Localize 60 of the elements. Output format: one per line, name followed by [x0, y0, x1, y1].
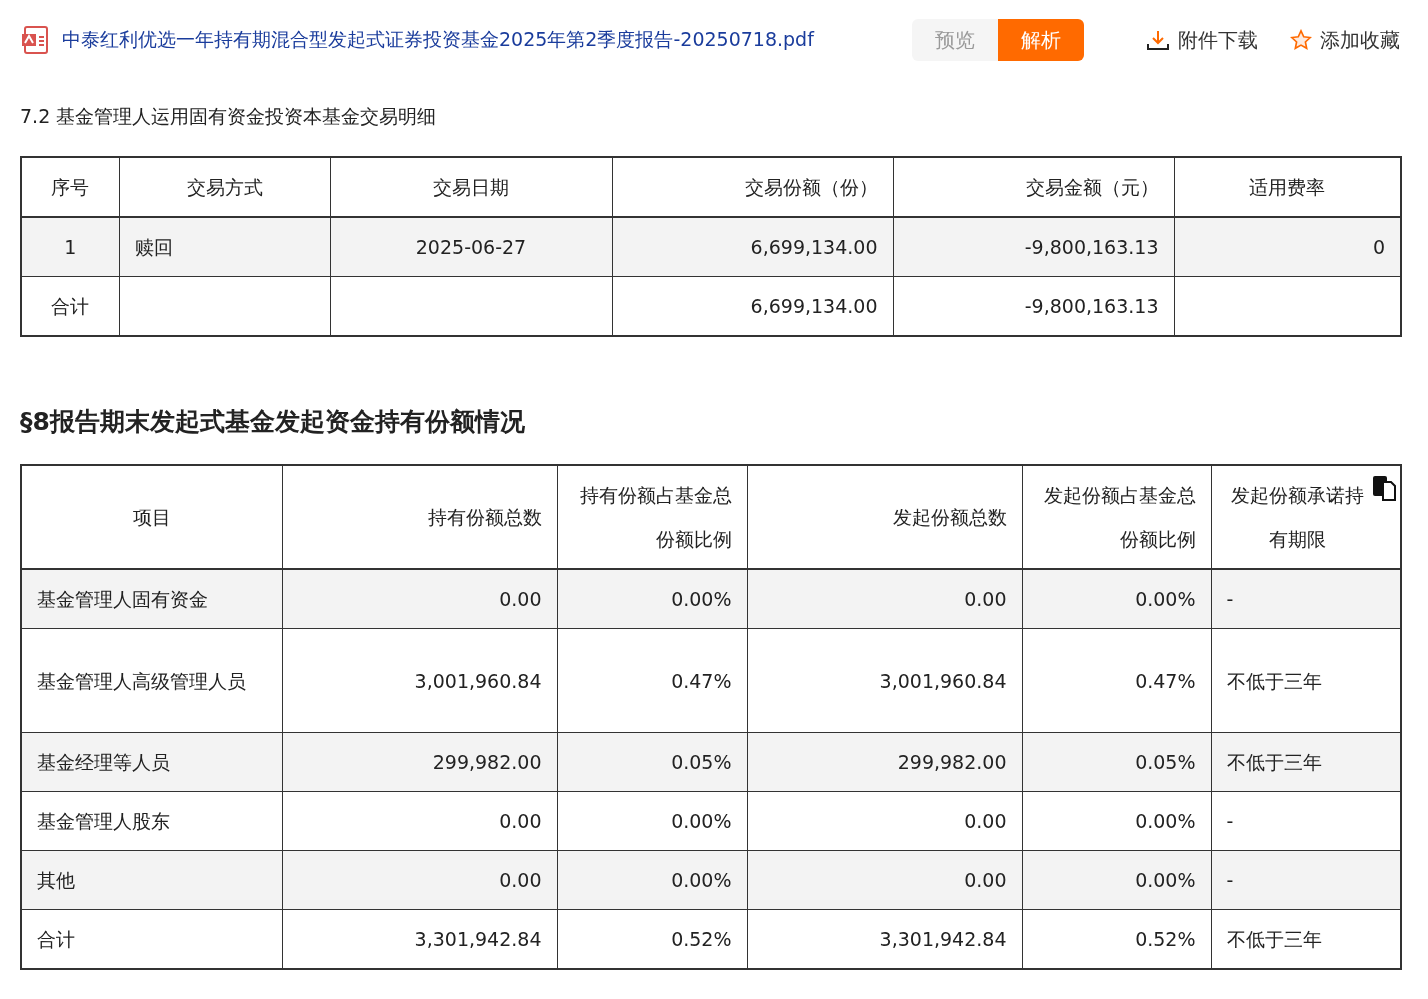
file-name-link[interactable]: 中泰红利优选一年持有期混合型发起式证券投资基金2025年第2季度报告-20250718.pdf [62, 27, 900, 53]
table-cell: 0.00% [1022, 850, 1211, 910]
table-cell: 0.00% [557, 569, 747, 629]
pdf-file-icon [20, 25, 50, 55]
table-cell: 基金管理人固有资金 [21, 569, 282, 629]
table-cell: 不低于三年 [1211, 732, 1401, 792]
table-cell: 0.00 [282, 791, 557, 851]
table-cell: 合计 [21, 909, 282, 969]
table-cell: 不低于三年 [1211, 628, 1401, 733]
table-cell: 基金管理人高级管理人员 [21, 628, 282, 733]
table-cell: 0.00 [747, 569, 1022, 629]
table-cell: 299,982.00 [282, 732, 557, 792]
table-cell: - [1211, 569, 1401, 629]
table-cell: 合计 [21, 276, 119, 336]
table-cell: 不低于三年 [1211, 909, 1401, 969]
table-cell: 0.00 [282, 850, 557, 910]
table-cell: 3,001,960.84 [747, 628, 1022, 733]
table-cell: 0 [1174, 217, 1401, 277]
table-cell: 3,301,942.84 [282, 909, 557, 969]
column-header: 持有份额占基金总份额比例 [579, 484, 732, 550]
download-button[interactable]: 附件下载 [1146, 26, 1258, 54]
table-cell: -9,800,163.13 [893, 276, 1174, 336]
table-cell: -9,800,163.13 [893, 217, 1174, 277]
table-cell: 0.00 [747, 791, 1022, 851]
column-header: 发起份额承诺持有期限 [1230, 484, 1364, 550]
table-cell: 0.00% [1022, 791, 1211, 851]
table-cell: 0.05% [557, 732, 747, 792]
table-cell: 0.05% [1022, 732, 1211, 792]
table-cell: 0.52% [557, 909, 747, 969]
section-title: 7.2 基金管理人运用固有资金投资本基金交易明细 [20, 104, 438, 129]
table-cell: 基金经理等人员 [21, 732, 282, 792]
section-heading: §8报告期末发起式基金发起资金持有份额情况 [20, 406, 526, 438]
table-cell: 0.00% [557, 791, 747, 851]
copy-icon[interactable] [1371, 474, 1397, 502]
table-cell: 299,982.00 [747, 732, 1022, 792]
column-header: 发起份额占基金总份额比例 [1043, 484, 1196, 550]
table-cell: 6,699,134.00 [612, 217, 893, 277]
table-cell: 其他 [21, 850, 282, 910]
table-cell: 0.00% [1022, 569, 1211, 629]
table-cell: 2025-06-27 [330, 217, 612, 277]
column-header: 持有份额总数 [427, 506, 542, 528]
star-icon [1290, 29, 1312, 51]
column-header: 项目 [132, 506, 171, 528]
download-icon [1146, 29, 1170, 51]
table-cell: 1 [21, 217, 119, 277]
table-cell: 0.47% [557, 628, 747, 733]
table-cell: 0.52% [1022, 909, 1211, 969]
table-cell: 基金管理人股东 [21, 791, 282, 851]
column-header: 发起份额总数 [892, 506, 1007, 528]
table-cell: 3,001,960.84 [282, 628, 557, 733]
table-cell: - [1211, 850, 1401, 910]
table-cell: 6,699,134.00 [612, 276, 893, 336]
table-cell: 0.00 [282, 569, 557, 629]
favorite-button[interactable]: 添加收藏 [1290, 26, 1400, 54]
table-cell: 0.47% [1022, 628, 1211, 733]
table-cell: 赎回 [119, 217, 330, 277]
table-cell: 0.00% [557, 850, 747, 910]
table-cell: 3,301,942.84 [747, 909, 1022, 969]
table-cell: - [1211, 791, 1401, 851]
table-cell: 0.00 [747, 850, 1022, 910]
